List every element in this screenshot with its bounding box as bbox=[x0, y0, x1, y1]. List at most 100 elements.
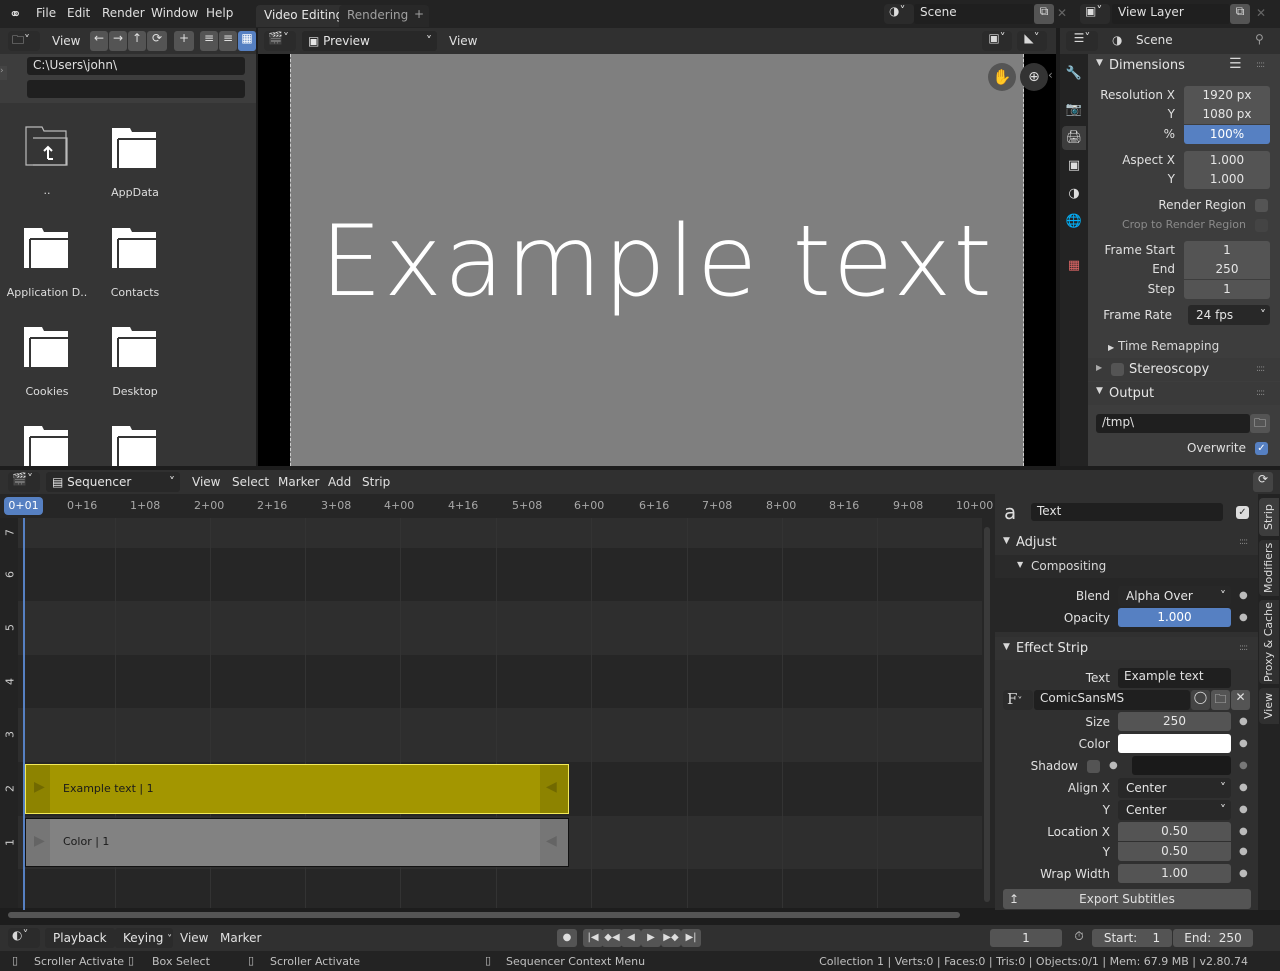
presets-icon[interactable]: ☰ bbox=[1229, 56, 1242, 72]
timeline-menu-view[interactable]: View bbox=[180, 931, 208, 945]
location-x-field[interactable]: 0.50 bbox=[1118, 822, 1231, 841]
overwrite-checkbox[interactable]: ✓ bbox=[1255, 442, 1268, 455]
fake-user-shield-icon[interactable]: ◯ bbox=[1191, 690, 1210, 710]
horizontal-scrollbar[interactable] bbox=[8, 912, 960, 918]
menu-edit[interactable]: Edit bbox=[67, 6, 90, 20]
keyframe-dot-icon[interactable]: ● bbox=[1239, 868, 1248, 879]
copy-scene-icon[interactable]: ⧉ bbox=[1034, 4, 1054, 24]
refresh-sequencer-icon[interactable]: ⟳ bbox=[1253, 472, 1273, 492]
timeline-menu-marker[interactable]: Marker bbox=[220, 931, 261, 945]
font-browse-button[interactable]: F˅ bbox=[1003, 690, 1033, 710]
keying-menu[interactable]: Keying ˅ bbox=[115, 928, 173, 948]
view-layer-tab-icon[interactable]: ▣ bbox=[1062, 154, 1086, 178]
stopwatch-icon[interactable]: ⏱ bbox=[1068, 929, 1090, 947]
drag-handle-icon[interactable]: :::: bbox=[1256, 60, 1265, 70]
collapse-sidebar-icon[interactable]: ‹ bbox=[1048, 68, 1053, 82]
sidebar-tab-modifiers[interactable]: Modifiers bbox=[1259, 540, 1279, 596]
sequencer-menu-view[interactable]: View bbox=[192, 475, 220, 489]
keyframe-dot-icon[interactable]: ● bbox=[1239, 846, 1248, 857]
menu-help[interactable]: Help bbox=[206, 6, 233, 20]
strip-color[interactable]: ▶ Color | 1 ◀ bbox=[25, 818, 569, 867]
pin-icon[interactable]: ⚲ bbox=[1255, 32, 1264, 46]
sidebar-tab-strip[interactable]: Strip bbox=[1259, 498, 1279, 536]
sequencer-menu-marker[interactable]: Marker bbox=[278, 475, 319, 489]
parent-dir-icon[interactable]: ↑ bbox=[128, 31, 146, 51]
strip-example-text[interactable]: ▶ Example text | 1 ◀ bbox=[25, 764, 569, 814]
keyframe-dot-icon[interactable]: ● bbox=[1239, 760, 1248, 771]
keyframe-dot-icon[interactable]: ● bbox=[1239, 738, 1248, 749]
keyframe-dot-icon[interactable]: ● bbox=[1239, 612, 1248, 623]
resolution-y-field[interactable]: 1080 px bbox=[1184, 105, 1270, 124]
menu-window[interactable]: Window bbox=[151, 6, 198, 20]
file-browser-view-menu[interactable]: View bbox=[52, 34, 80, 48]
font-name-field[interactable]: ComicSansMS bbox=[1034, 690, 1190, 710]
text-content-field[interactable]: Example text bbox=[1118, 668, 1231, 688]
keyframe-dot-icon[interactable]: ● bbox=[1239, 826, 1248, 837]
end-frame-field[interactable]: End: 250 bbox=[1173, 929, 1253, 947]
play-icon[interactable]: ▶ bbox=[641, 929, 661, 947]
render-region-checkbox[interactable] bbox=[1255, 199, 1268, 212]
output-path-field[interactable]: /tmp\ bbox=[1096, 414, 1250, 433]
sequencer-menu-strip[interactable]: Strip bbox=[362, 475, 390, 489]
back-arrow-icon[interactable]: ← bbox=[90, 31, 108, 51]
shadow-checkbox[interactable] bbox=[1087, 760, 1100, 773]
location-y-field[interactable]: 0.50 bbox=[1118, 842, 1231, 861]
sidebar-tab-view[interactable]: View bbox=[1259, 688, 1279, 724]
font-size-field[interactable]: 250 bbox=[1118, 712, 1231, 731]
current-frame-field[interactable]: 1 bbox=[990, 929, 1062, 947]
file-item-desktop[interactable]: Desktop bbox=[91, 319, 179, 404]
channel-row[interactable] bbox=[18, 655, 982, 708]
drag-handle-icon[interactable]: :::: bbox=[1239, 537, 1248, 547]
crop-render-region-checkbox[interactable] bbox=[1255, 219, 1268, 232]
scene-tab-icon[interactable]: ◑ bbox=[1062, 182, 1086, 206]
channel-row[interactable] bbox=[18, 601, 982, 655]
keyframe-dot-icon[interactable]: ● bbox=[1239, 716, 1248, 727]
time-remapping-subpanel[interactable]: ▶ Time Remapping bbox=[1108, 339, 1219, 353]
delete-scene-icon[interactable]: ✕ bbox=[1057, 6, 1067, 20]
file-item-contacts[interactable]: Contacts bbox=[91, 220, 179, 305]
output-tab-icon[interactable]: 🖨 bbox=[1062, 126, 1086, 150]
file-item-cookies[interactable]: Cookies bbox=[3, 319, 91, 404]
unlink-font-icon[interactable]: ✕ bbox=[1231, 690, 1250, 710]
resolution-x-field[interactable]: 1920 px bbox=[1184, 86, 1270, 105]
browse-folder-icon[interactable]: 🗀 bbox=[1250, 414, 1270, 433]
adjust-panel-header[interactable]: ▼ Adjust :::: bbox=[995, 532, 1258, 554]
jump-end-icon[interactable]: ▶| bbox=[681, 929, 701, 947]
stereoscopy-checkbox[interactable] bbox=[1111, 363, 1124, 376]
keyframe-dot-icon[interactable]: ● bbox=[1239, 590, 1248, 601]
menu-file[interactable]: File bbox=[36, 6, 56, 20]
display-long-list-icon[interactable]: ≡ bbox=[219, 31, 237, 51]
display-short-list-icon[interactable]: ≡ bbox=[200, 31, 218, 51]
view-type-dropdown[interactable]: ▣ Preview ˅ bbox=[302, 31, 437, 51]
view-layer-name-field[interactable]: View Layer bbox=[1112, 4, 1230, 24]
blend-dropdown[interactable]: Alpha Over ˅ bbox=[1118, 586, 1231, 606]
sidebar-tab-proxy-cache[interactable]: Proxy & Cache bbox=[1259, 600, 1279, 684]
strip-left-handle[interactable]: ▶ bbox=[26, 819, 50, 866]
file-item-parent[interactable]: .. bbox=[3, 120, 91, 205]
frame-rate-dropdown[interactable]: 24 fps ˅ bbox=[1188, 305, 1270, 325]
scene-selector-button[interactable]: ◑˅ bbox=[884, 4, 914, 24]
channel-row[interactable] bbox=[18, 518, 982, 548]
file-item[interactable] bbox=[3, 418, 91, 466]
sequencer-menu-add[interactable]: Add bbox=[328, 475, 351, 489]
preview-view-menu[interactable]: View bbox=[449, 34, 477, 48]
sequencer-menu-select[interactable]: Select bbox=[232, 475, 269, 489]
play-reverse-icon[interactable]: ◀ bbox=[621, 929, 641, 947]
frame-end-field[interactable]: 250 bbox=[1184, 260, 1270, 279]
opacity-slider[interactable]: 1.000 bbox=[1118, 608, 1231, 627]
strip-left-handle[interactable]: ▶ bbox=[26, 765, 50, 813]
record-icon[interactable]: ● bbox=[557, 929, 577, 947]
effect-strip-panel-header[interactable]: ▼ Effect Strip :::: bbox=[995, 637, 1258, 660]
drag-handle-icon[interactable]: :::: bbox=[1256, 388, 1265, 398]
display-channels-button[interactable]: ▣˅ bbox=[982, 31, 1012, 51]
drag-handle-icon[interactable]: :::: bbox=[1256, 364, 1265, 374]
align-x-dropdown[interactable]: Center ˅ bbox=[1118, 778, 1231, 798]
blender-logo-icon[interactable]: ⚭ bbox=[9, 5, 27, 23]
editor-type-timeline-button[interactable]: ◐˅ bbox=[8, 928, 40, 948]
editor-type-properties-button[interactable]: ☰˅ bbox=[1066, 31, 1098, 51]
file-item-application-data[interactable]: Application D.. bbox=[3, 220, 91, 305]
strip-name-field[interactable]: Text bbox=[1031, 503, 1223, 521]
add-workspace-button[interactable]: + bbox=[409, 5, 430, 27]
channel-row[interactable] bbox=[18, 708, 982, 762]
scene-name-field[interactable]: Scene bbox=[914, 4, 1034, 24]
